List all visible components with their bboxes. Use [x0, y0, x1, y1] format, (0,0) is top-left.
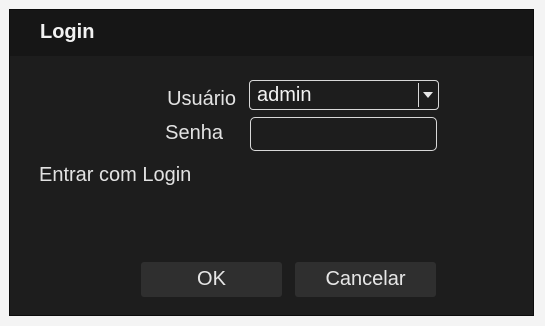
dropdown-button[interactable] [418, 83, 436, 107]
cancel-button[interactable]: Cancelar [295, 262, 436, 297]
password-label: Senha [165, 122, 223, 144]
ok-button[interactable]: OK [141, 262, 282, 297]
dialog-title: Login [40, 21, 95, 43]
login-dialog: Login Usuário admin Senha Entrar com Log… [9, 9, 534, 316]
user-select-value: admin [257, 84, 312, 106]
user-select[interactable]: admin [249, 80, 439, 110]
login-mode-label: Entrar com Login [39, 164, 192, 186]
password-field[interactable] [250, 117, 437, 151]
user-label: Usuário [167, 88, 236, 110]
title-bar: Login [10, 10, 533, 56]
chevron-down-icon [422, 92, 433, 98]
